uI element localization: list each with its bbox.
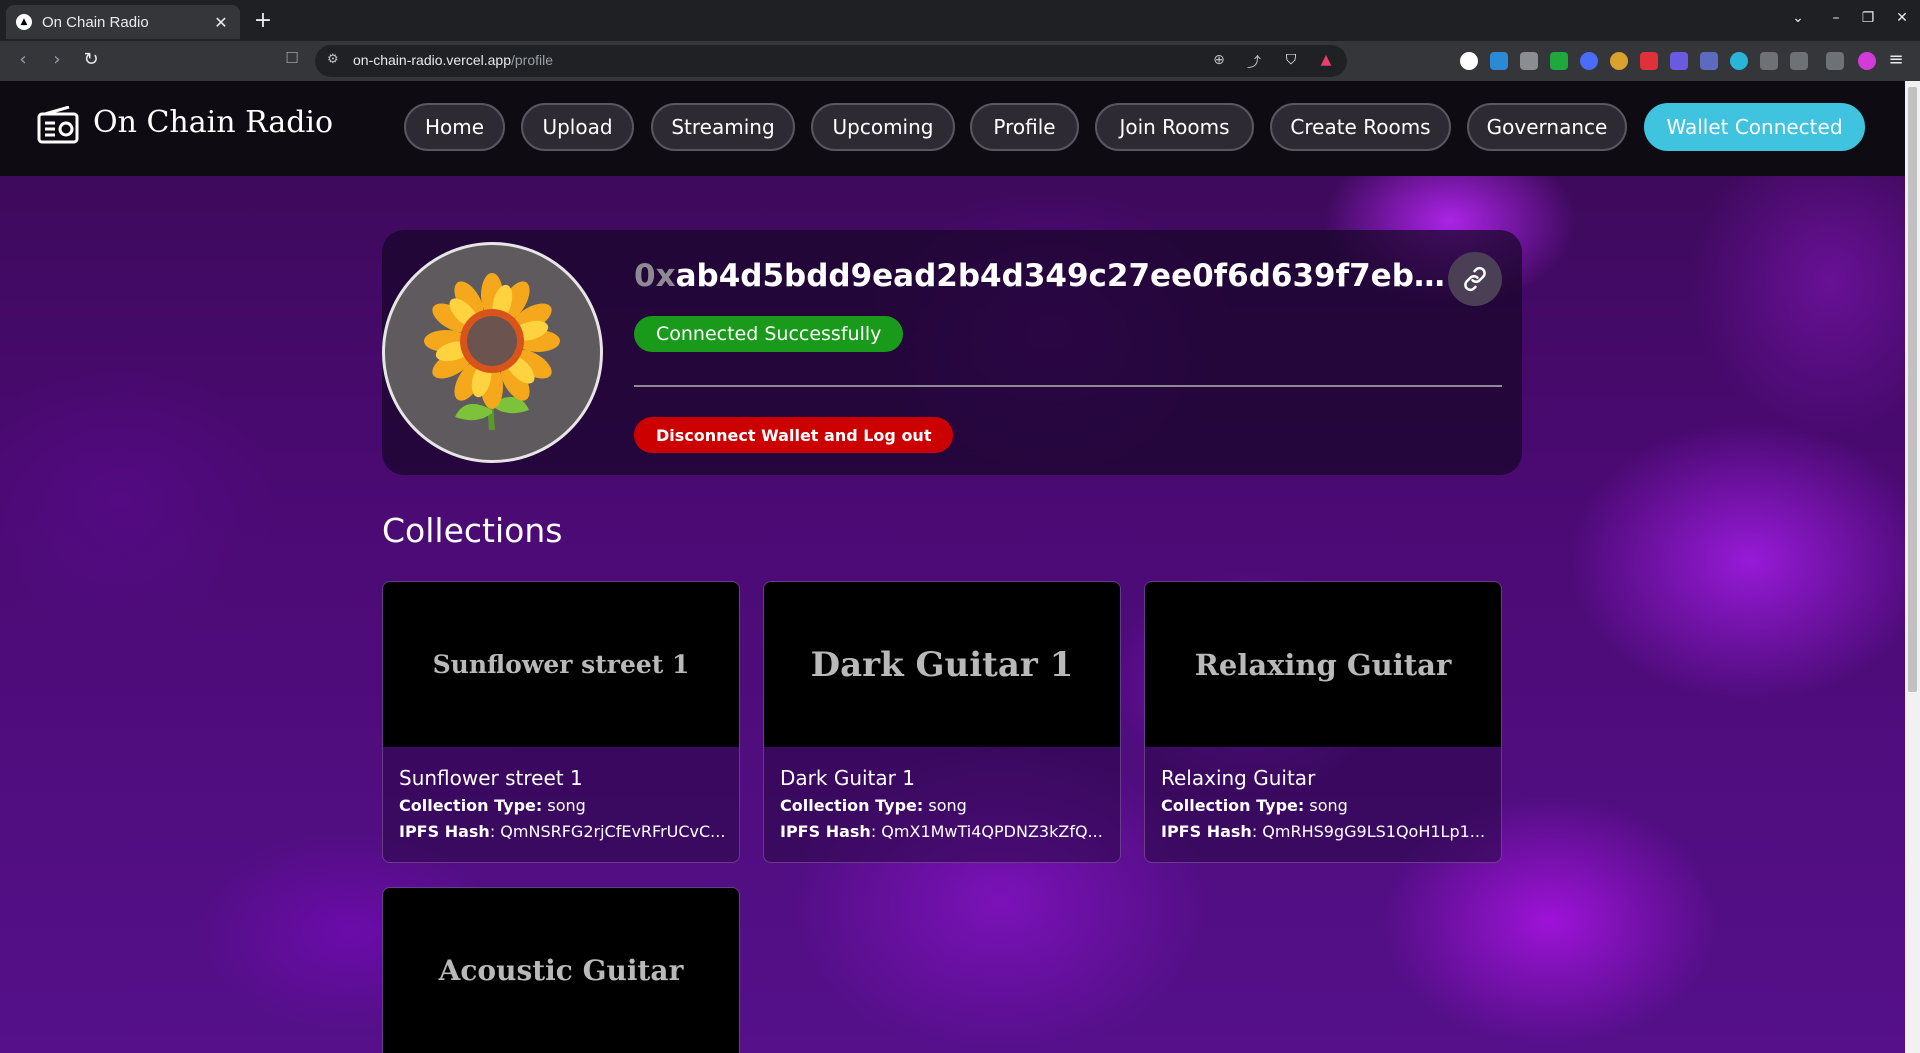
- wallet-address: 0xab4d5bdd9ead2b4d349c27ee0f6d639f7eb055…: [634, 258, 1454, 294]
- extension-icon[interactable]: [1460, 52, 1478, 70]
- translate-extension-icon[interactable]: [1580, 52, 1598, 70]
- brave-shield-icon[interactable]: ⛉: [1282, 52, 1300, 68]
- tab-title: On Chain Radio: [42, 13, 149, 31]
- site-info-icon[interactable]: ⚙: [327, 52, 339, 67]
- collection-name: Dark Guitar 1: [780, 766, 915, 790]
- nav-streaming[interactable]: Streaming: [651, 103, 795, 151]
- link-icon: [1464, 266, 1486, 292]
- flag-extension-icon[interactable]: [1640, 52, 1658, 70]
- profile-card: 0xab4d5bdd9ead2b4d349c27ee0f6d639f7eb055…: [382, 230, 1522, 475]
- nav-upload[interactable]: Upload: [521, 103, 634, 151]
- avatar: [382, 242, 603, 463]
- calendar-extension-icon[interactable]: [1520, 52, 1538, 70]
- sunflower-icon: [424, 273, 560, 431]
- puzzle-extensions-icon[interactable]: [1760, 52, 1778, 70]
- nav-home[interactable]: Home: [404, 103, 505, 151]
- collection-cover: Sunflower street 1: [383, 582, 739, 747]
- browser-tabbar: ▲ On Chain Radio ✕ + ⌄ – ❐ ✕: [0, 0, 1920, 41]
- sidebar-icon[interactable]: [1790, 52, 1808, 70]
- scrollbar-thumb[interactable]: [1908, 87, 1917, 692]
- collection-card[interactable]: Dark Guitar 1 Dark Guitar 1 Collection T…: [763, 581, 1121, 863]
- divider: [634, 385, 1502, 387]
- collection-hash: IPFS Hash: QmX1MwTi4QPDNZ3kZfQ...: [780, 822, 1103, 841]
- copy-link-button[interactable]: [1448, 252, 1502, 306]
- browser-tab[interactable]: ▲ On Chain Radio ✕: [6, 5, 240, 39]
- new-tab-icon[interactable]: +: [251, 8, 275, 33]
- globe-extension-icon[interactable]: [1610, 52, 1628, 70]
- nav-create-rooms[interactable]: Create Rooms: [1270, 103, 1451, 151]
- share-icon[interactable]: ⤴: [1245, 52, 1263, 72]
- collection-hash: IPFS Hash: QmNSRFG2rjCfEvRFrUCvC...: [399, 822, 726, 841]
- status-badge: Connected Successfully: [634, 316, 904, 352]
- address-bar[interactable]: ⚙ on-chain-radio.vercel.app/profile ⊕ ⤴ …: [315, 45, 1347, 77]
- section-title: Collections: [382, 511, 563, 550]
- browser-toolbar: ‹ › ↻ ☐ ⚙ on-chain-radio.vercel.app/prof…: [0, 41, 1920, 81]
- collection-type: Collection Type: song: [780, 796, 967, 815]
- bookmark-icon[interactable]: ☐: [280, 49, 304, 67]
- collection-name: Sunflower street 1: [399, 766, 583, 790]
- menu-icon[interactable]: ≡: [1884, 49, 1908, 70]
- nav-upcoming[interactable]: Upcoming: [811, 103, 955, 151]
- tab-search-icon[interactable]: ⌄: [1788, 10, 1808, 26]
- vercel-favicon-icon: ▲: [16, 14, 32, 30]
- collection-cover: Dark Guitar 1: [764, 582, 1120, 747]
- restore-icon[interactable]: ❐: [1858, 10, 1878, 26]
- back-icon[interactable]: ‹: [11, 49, 35, 70]
- collection-cover: Relaxing Guitar: [1145, 582, 1501, 747]
- zoom-icon[interactable]: ⊕: [1210, 52, 1228, 68]
- reload-icon[interactable]: ↻: [79, 49, 103, 70]
- save-extension-icon[interactable]: [1490, 52, 1508, 70]
- collection-card[interactable]: Acoustic Guitar: [382, 887, 740, 1053]
- site-navbar: On Chain Radio Home Upload Streaming Upc…: [0, 81, 1905, 176]
- scrollbar[interactable]: [1905, 81, 1920, 1053]
- collection-name: Relaxing Guitar: [1161, 766, 1316, 790]
- screen-extension-icon[interactable]: [1670, 52, 1688, 70]
- forward-icon[interactable]: ›: [45, 49, 69, 70]
- collection-hash: IPFS Hash: QmRHS9gG9LS1QoH1Lp1...: [1161, 822, 1486, 841]
- wallet-icon[interactable]: [1826, 52, 1844, 70]
- profile-avatar-icon[interactable]: [1858, 52, 1876, 70]
- radio-logo-icon: [37, 106, 79, 144]
- nav-join-rooms[interactable]: Join Rooms: [1095, 103, 1254, 151]
- disconnect-button[interactable]: Disconnect Wallet and Log out: [634, 417, 954, 453]
- collection-type: Collection Type: song: [399, 796, 586, 815]
- zip-extension-icon[interactable]: [1700, 52, 1718, 70]
- close-window-icon[interactable]: ✕: [1892, 10, 1912, 26]
- collection-type: Collection Type: song: [1161, 796, 1348, 815]
- lock-extension-icon[interactable]: [1550, 52, 1568, 70]
- wallet-connected-button[interactable]: Wallet Connected: [1644, 103, 1865, 151]
- react-extension-icon[interactable]: [1730, 52, 1748, 70]
- page-content: On Chain Radio Home Upload Streaming Upc…: [0, 81, 1905, 1053]
- nav-profile[interactable]: Profile: [970, 103, 1079, 151]
- url-text: on-chain-radio.vercel.app/profile: [353, 52, 554, 68]
- close-tab-icon[interactable]: ✕: [212, 13, 230, 32]
- brand-name[interactable]: On Chain Radio: [93, 105, 333, 140]
- brave-rewards-icon[interactable]: ▲: [1317, 52, 1335, 68]
- nav-governance[interactable]: Governance: [1467, 103, 1627, 151]
- collection-cover: Acoustic Guitar: [383, 888, 739, 1053]
- minimize-icon[interactable]: –: [1826, 10, 1846, 26]
- collection-card[interactable]: Sunflower street 1 Sunflower street 1 Co…: [382, 581, 740, 863]
- collection-card[interactable]: Relaxing Guitar Relaxing Guitar Collecti…: [1144, 581, 1502, 863]
